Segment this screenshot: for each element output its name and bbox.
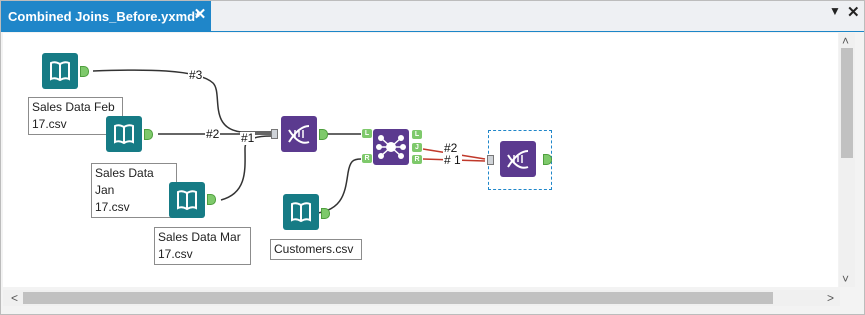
wire-label-1: #1 [240, 131, 256, 145]
output-anchor[interactable] [319, 129, 328, 140]
tool-label-mar: Sales Data Mar 17.csv [154, 227, 251, 265]
workflow-window: Combined Joins_Before.yxmd* ✕ ▼ ✕ Sales … [0, 0, 865, 315]
tool-label-jan: Sales Data Jan 17.csv [91, 163, 177, 218]
join-icon [376, 135, 406, 159]
dna-icon [507, 150, 529, 169]
union-tool[interactable] [281, 116, 317, 152]
wire-mar-to-union [220, 135, 272, 201]
output-anchor[interactable] [543, 154, 552, 165]
dna-icon [288, 125, 310, 144]
book-icon [291, 202, 311, 223]
output-anchor[interactable] [207, 194, 216, 205]
scroll-down-icon[interactable]: ˅ [842, 273, 849, 285]
tab-strip: Combined Joins_Before.yxmd* ✕ ▼ ✕ [1, 1, 864, 32]
join-left-input-port[interactable]: L [362, 129, 372, 138]
scroll-right-icon[interactable]: > [827, 292, 834, 304]
tool-label-customers: Customers.csv [270, 239, 362, 260]
input-data-mar-tool[interactable] [169, 182, 205, 218]
output-anchor[interactable] [321, 208, 330, 219]
join-right-output-port[interactable]: R [412, 155, 422, 164]
book-icon [114, 124, 134, 145]
join-tool[interactable] [373, 129, 409, 165]
workflow-canvas[interactable]: Sales Data Feb 17.csv Sales Data Jan 17.… [3, 33, 838, 287]
scroll-up-icon[interactable]: ˄ [842, 35, 849, 47]
output-anchor[interactable] [144, 129, 153, 140]
scroll-left-icon[interactable]: < [11, 292, 18, 304]
input-data-feb-tool[interactable] [42, 53, 78, 89]
tab-title: Combined Joins_Before.yxmd* [8, 8, 201, 24]
wire-label-2: #2 [205, 127, 221, 141]
tab-close-icon[interactable]: ✕ [191, 6, 209, 24]
vertical-scroll-thumb[interactable] [841, 48, 853, 158]
wire-label-3: #3 [188, 68, 204, 82]
join-right-input-port[interactable]: R [362, 154, 372, 163]
wire-label-join-r: # 1 [443, 153, 462, 167]
union-tool-selected[interactable] [500, 141, 536, 177]
input-data-jan-tool[interactable] [106, 116, 142, 152]
window-menu-icon[interactable]: ▼ [829, 4, 841, 18]
tab-workflow[interactable]: Combined Joins_Before.yxmd* ✕ [1, 1, 211, 31]
output-anchor[interactable] [80, 66, 89, 77]
join-inner-output-port[interactable]: J [412, 143, 422, 152]
book-icon [177, 190, 197, 211]
window-close-icon[interactable]: ✕ [847, 3, 860, 21]
horizontal-scroll-thumb[interactable] [23, 292, 773, 304]
input-anchor[interactable] [487, 155, 494, 165]
join-left-output-port[interactable]: L [412, 130, 422, 139]
input-anchor[interactable] [271, 129, 278, 139]
input-customers-tool[interactable] [283, 194, 319, 230]
book-icon [50, 61, 70, 82]
